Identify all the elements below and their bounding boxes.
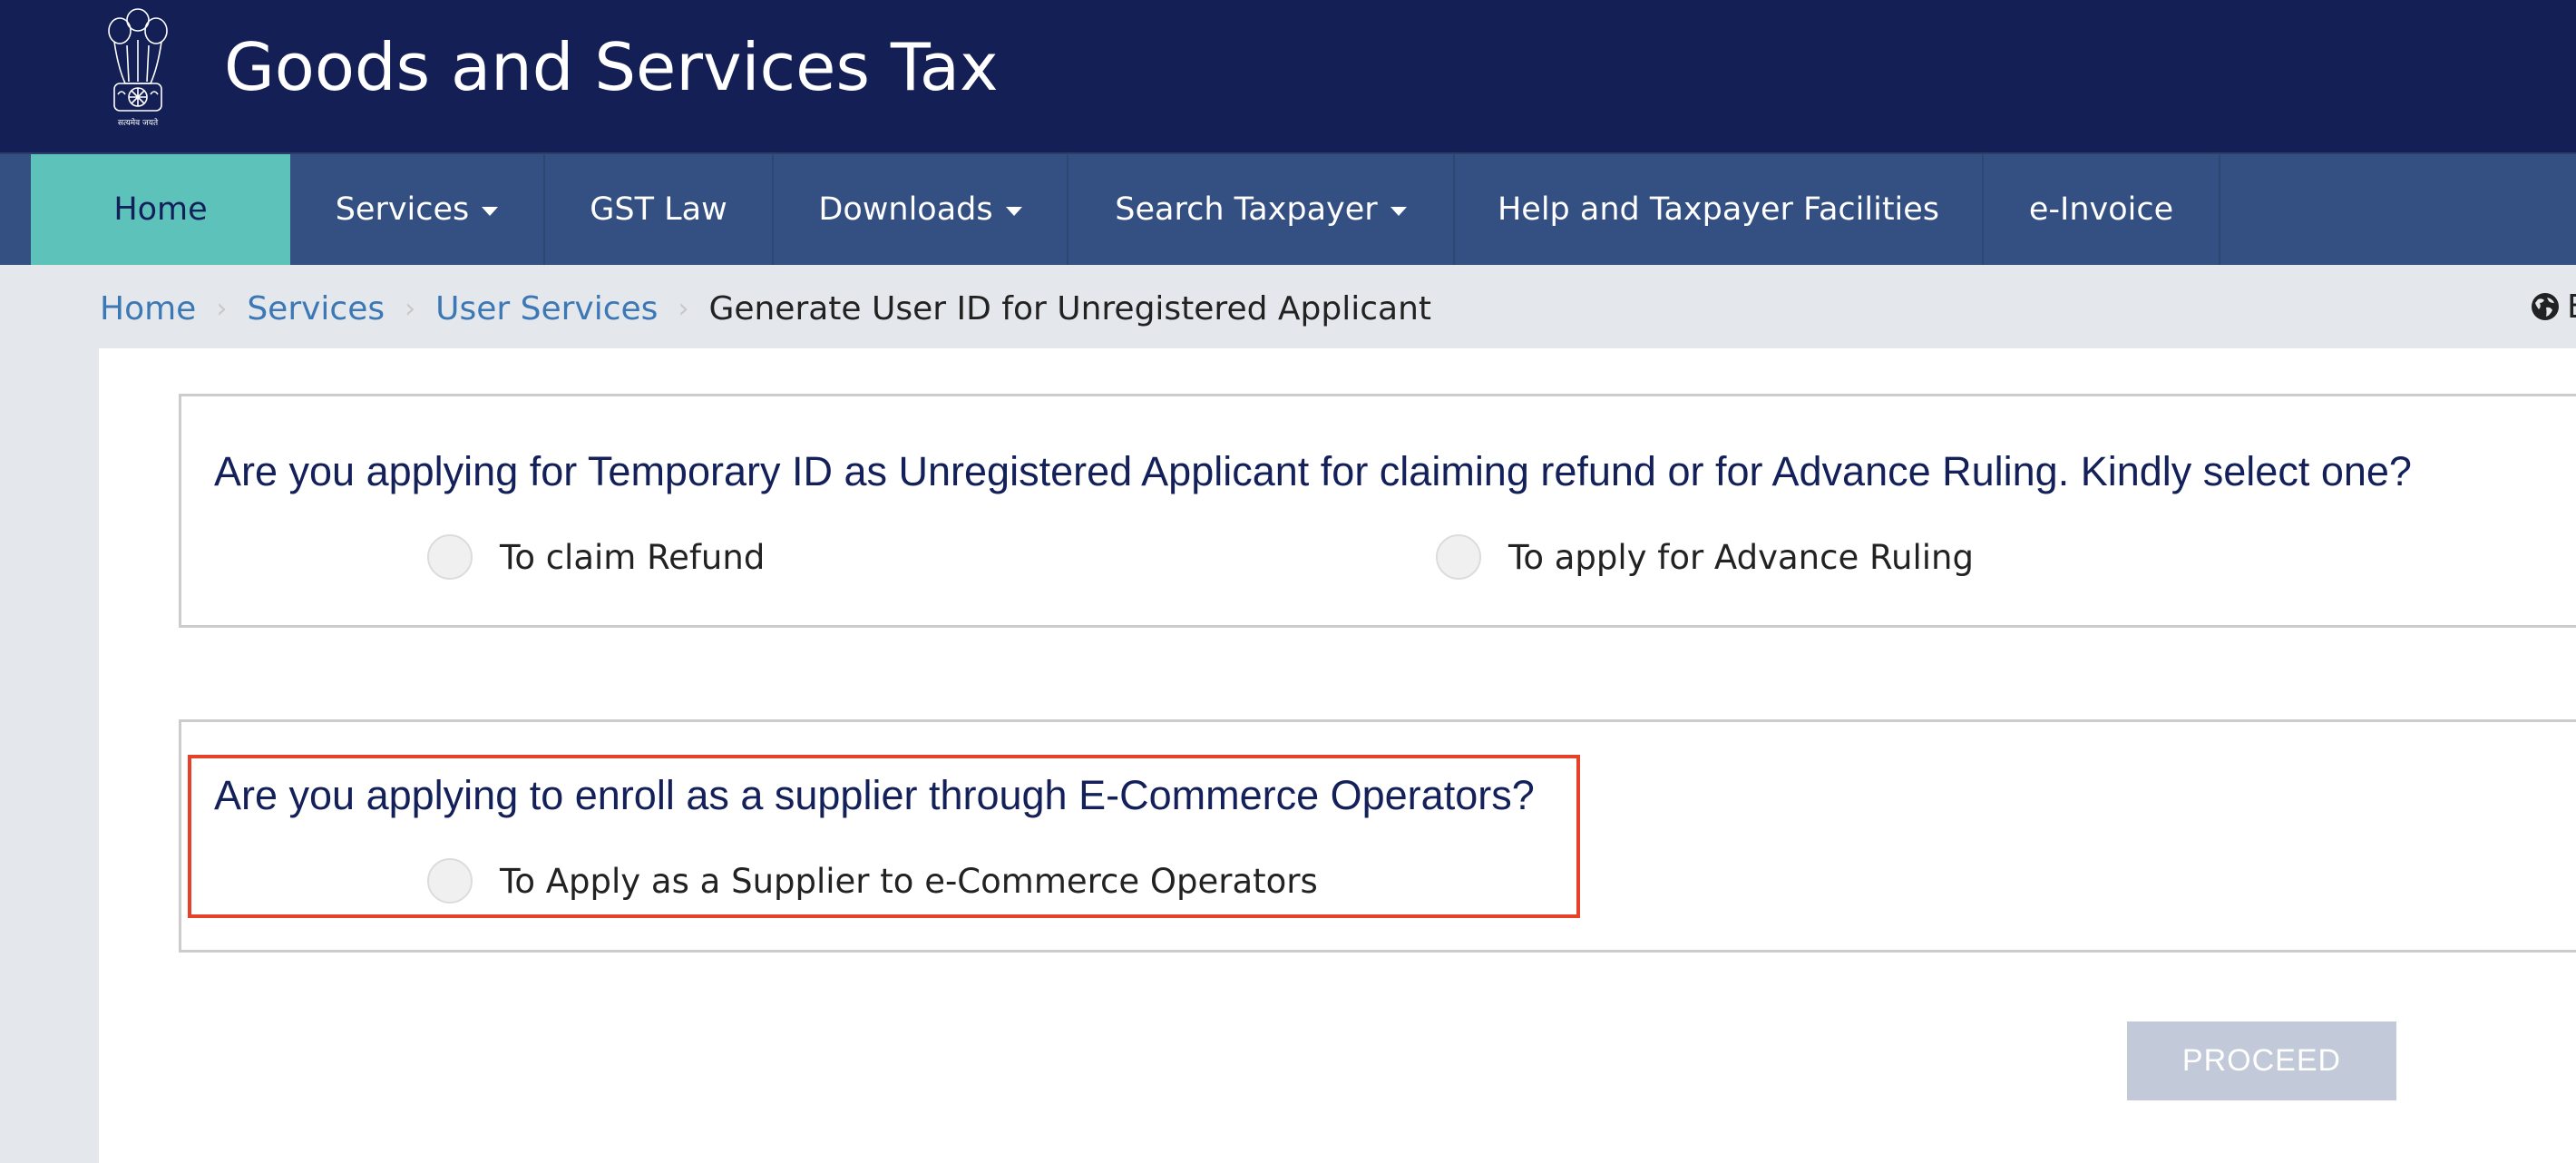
- radio-claim-refund[interactable]: [427, 534, 473, 580]
- nav-item-label: e-Invoice: [2028, 191, 2174, 228]
- question-box-temporary-id: [179, 394, 2576, 628]
- nav-item-label: Downloads: [818, 191, 993, 228]
- radio-advance-ruling[interactable]: [1436, 534, 1481, 580]
- nav-item-label: Help and Taxpayer Facilities: [1497, 191, 1940, 228]
- option-ecommerce-supplier[interactable]: To Apply as a Supplier to e-Commerce Ope…: [427, 858, 1318, 904]
- emblem-motto: सत्यमेव जयते: [118, 117, 159, 128]
- nav-item-e-invoice[interactable]: e-Invoice: [1984, 154, 2220, 265]
- option-label: To claim Refund: [500, 537, 766, 577]
- option-claim-refund[interactable]: To claim Refund: [427, 534, 765, 580]
- language-selector[interactable]: E: [2531, 288, 2576, 326]
- option-label: To Apply as a Supplier to e-Commerce Ope…: [500, 861, 1318, 901]
- page: सत्यमेव जयते Goods and Services Tax Home…: [0, 0, 2576, 1163]
- radio-ecommerce-supplier[interactable]: [427, 858, 473, 904]
- question-temporary-id: Are you applying for Temporary ID as Unr…: [214, 448, 2412, 494]
- caret-down-icon: [1390, 207, 1407, 216]
- main-nav: Home Services GST Law Downloads Search T…: [0, 152, 2576, 265]
- nav-item-downloads[interactable]: Downloads: [774, 154, 1068, 265]
- nav-item-gst-law[interactable]: GST Law: [545, 154, 774, 265]
- nav-item-home[interactable]: Home: [31, 154, 290, 265]
- option-advance-ruling[interactable]: To apply for Advance Ruling: [1436, 534, 1974, 580]
- globe-icon: [2532, 293, 2559, 320]
- site-header: सत्यमेव जयते Goods and Services Tax: [0, 0, 2576, 152]
- caret-down-icon: [1005, 207, 1022, 216]
- nav-item-help-taxpayer-facilities[interactable]: Help and Taxpayer Facilities: [1455, 154, 1984, 265]
- caret-down-icon: [482, 207, 499, 216]
- nav-item-label: GST Law: [590, 191, 727, 228]
- breadcrumb-separator-icon: ›: [678, 292, 689, 325]
- breadcrumb-current: Generate User ID for Unregistered Applic…: [708, 289, 1432, 327]
- proceed-button[interactable]: PROCEED: [2127, 1021, 2396, 1100]
- national-emblem-icon: सत्यमेव जयते: [108, 8, 168, 128]
- breadcrumb: Home › Services › User Services › Genera…: [100, 281, 1431, 336]
- question-box-ecommerce-supplier: [179, 719, 2576, 953]
- nav-item-search-taxpayer[interactable]: Search Taxpayer: [1068, 154, 1455, 265]
- breadcrumb-services[interactable]: Services: [247, 290, 385, 327]
- nav-item-label: Services: [335, 191, 470, 228]
- site-title: Goods and Services Tax: [224, 29, 999, 105]
- question-ecommerce-supplier: Are you applying to enroll as a supplier…: [214, 772, 1535, 818]
- language-label: E: [2567, 288, 2576, 326]
- breadcrumb-separator-icon: ›: [216, 292, 228, 325]
- option-label: To apply for Advance Ruling: [1508, 537, 1974, 577]
- nav-item-label: Home: [113, 191, 208, 228]
- breadcrumb-user-services[interactable]: User Services: [435, 290, 658, 327]
- breadcrumb-separator-icon: ›: [405, 292, 416, 325]
- breadcrumb-home[interactable]: Home: [100, 290, 196, 327]
- nav-item-label: Search Taxpayer: [1115, 191, 1378, 228]
- nav-item-services[interactable]: Services: [290, 154, 545, 265]
